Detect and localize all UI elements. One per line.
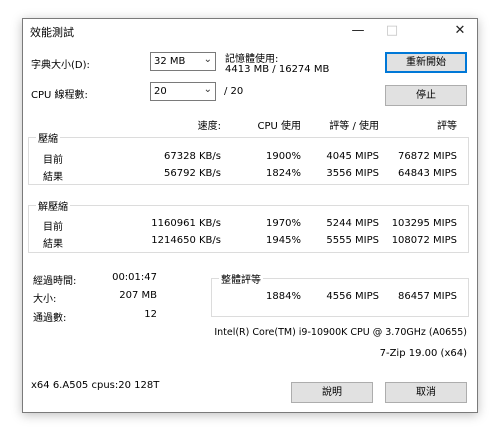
compress-current-cpu: 1900% xyxy=(266,151,301,162)
chevron-down-icon: ⌄ xyxy=(203,84,212,95)
compress-result-speed: 56792 KB/s xyxy=(164,168,221,179)
total-cpu: 1884% xyxy=(266,291,301,302)
compress-group-label: 壓縮 xyxy=(36,130,60,145)
compress-result-rating: 64843 MIPS xyxy=(398,168,457,179)
cpu-threads-select[interactable]: 20 ⌄ xyxy=(150,82,216,101)
compress-result-rating-usage: 3556 MIPS xyxy=(326,168,379,179)
cpu-usage-header: CPU 使用 xyxy=(257,121,301,132)
dict-size-select[interactable]: 32 MB ⌄ xyxy=(150,52,216,71)
restart-button[interactable]: 重新開始 xyxy=(385,52,467,73)
stop-button[interactable]: 停止 xyxy=(385,85,467,106)
compress-current-label: 目前 xyxy=(43,155,63,166)
version-info: 7-Zip 19.00 (x64) xyxy=(379,348,467,359)
decompress-current-speed: 1160961 KB/s xyxy=(151,218,221,229)
decompress-result-label: 結果 xyxy=(43,239,63,250)
compress-current-rating: 76872 MIPS xyxy=(398,151,457,162)
window-title: 效能測試 xyxy=(30,26,74,39)
memory-usage-value: 4413 MB / 16274 MB xyxy=(225,64,330,75)
minimize-icon[interactable]: — xyxy=(341,19,375,43)
rating-header: 評等 xyxy=(437,121,457,132)
decompress-result-speed: 1214650 KB/s xyxy=(151,235,221,246)
decompress-result-cpu: 1945% xyxy=(266,235,301,246)
decompress-current-rating: 103295 MIPS xyxy=(391,218,457,229)
memory-usage-label: 記憶體使用: xyxy=(225,54,279,65)
total-rating-label: 整體評等 xyxy=(219,271,263,286)
maximize-icon: □ xyxy=(385,23,399,38)
cpu-name: Intel(R) Core(TM) i9-10900K CPU @ 3.70GH… xyxy=(214,327,467,338)
total-rating: 86457 MIPS xyxy=(398,291,457,302)
decompress-current-label: 目前 xyxy=(43,222,63,233)
compress-current-speed: 67328 KB/s xyxy=(164,151,221,162)
passes-label: 通過數: xyxy=(33,313,67,324)
speed-header: 速度: xyxy=(197,121,221,132)
elapsed-time-value: 00:01:47 xyxy=(112,272,157,283)
rating-usage-header: 評等 / 使用 xyxy=(329,121,379,132)
passes-value: 12 xyxy=(144,309,157,320)
cpu-threads-value: 20 xyxy=(154,86,167,97)
decompress-current-rating-usage: 5244 MIPS xyxy=(326,218,379,229)
compress-result-cpu: 1824% xyxy=(266,168,301,179)
decompress-result-rating-usage: 5555 MIPS xyxy=(326,235,379,246)
cpu-threads-label: CPU 線程數: xyxy=(31,90,88,101)
dict-size-label: 字典大小(D): xyxy=(31,60,90,71)
decompress-group-label: 解壓縮 xyxy=(36,198,70,213)
decompress-result-rating: 108072 MIPS xyxy=(391,235,457,246)
compress-result-label: 結果 xyxy=(43,172,63,183)
chevron-down-icon: ⌄ xyxy=(203,54,212,65)
size-value: 207 MB xyxy=(119,290,157,301)
help-button[interactable]: 說明 xyxy=(291,382,373,403)
total-rating-usage: 4556 MIPS xyxy=(326,291,379,302)
benchmark-window: 效能測試 — □ ✕ 字典大小(D): 32 MB ⌄ 記憶體使用: 4413 … xyxy=(22,18,478,413)
dict-size-value: 32 MB xyxy=(154,56,186,67)
cpu-threads-max: / 20 xyxy=(224,86,244,97)
close-icon[interactable]: ✕ xyxy=(443,19,477,43)
compress-current-rating-usage: 4045 MIPS xyxy=(326,151,379,162)
title-bar: 效能測試 — □ ✕ xyxy=(23,19,477,43)
cancel-button[interactable]: 取消 xyxy=(385,382,467,403)
elapsed-time-label: 經過時間: xyxy=(33,276,77,287)
size-label: 大小: xyxy=(33,294,57,305)
system-info: x64 6.A505 cpus:20 128T xyxy=(31,380,160,391)
decompress-current-cpu: 1970% xyxy=(266,218,301,229)
